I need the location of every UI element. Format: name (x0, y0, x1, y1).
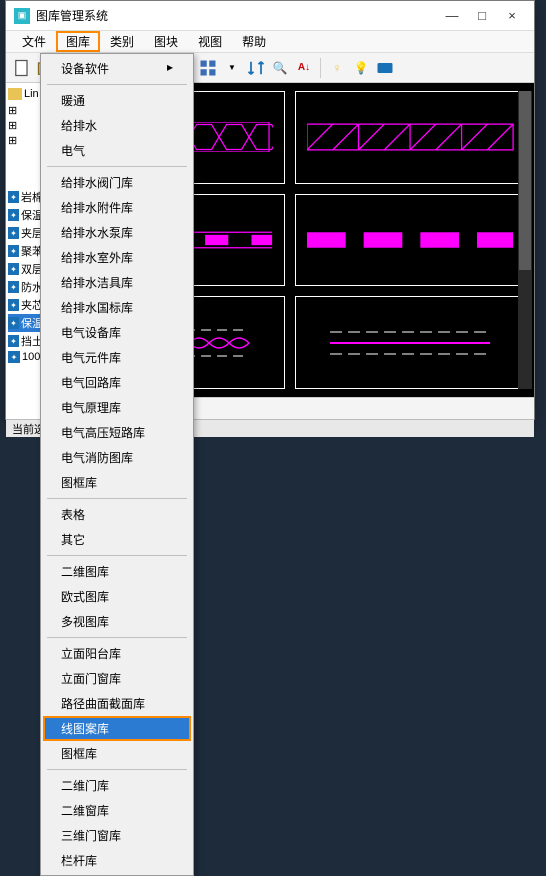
dropdown-item[interactable]: 暖通 (43, 88, 191, 113)
dropdown-item[interactable]: 二维门库 (43, 773, 191, 798)
menu-view[interactable]: 视图 (188, 31, 232, 52)
dropdown-item[interactable]: 立面门窗库 (43, 666, 191, 691)
dropdown-item[interactable]: 给排水附件库 (43, 195, 191, 220)
folder-icon (8, 88, 22, 100)
pattern-cell[interactable] (295, 296, 526, 389)
dropdown-item[interactable]: 路径曲面截面库 (43, 691, 191, 716)
tree-item[interactable]: ✦防水 (8, 278, 43, 296)
dropdown-item[interactable]: 给排水国标库 (43, 295, 191, 320)
bulb-icon[interactable]: 💡 (351, 58, 371, 78)
az-sort-icon[interactable]: A↓ (294, 58, 314, 78)
chevron-right-icon: ▸ (167, 60, 173, 74)
dropdown-item[interactable]: 线图案库 (43, 716, 191, 741)
tree-item[interactable]: ✦保温 (8, 314, 43, 332)
tree-label: 100 (22, 351, 40, 363)
dropdown-item[interactable]: 给排水洁具库 (43, 270, 191, 295)
window-title: 图库管理系统 (36, 7, 438, 24)
close-button[interactable]: × (498, 6, 526, 26)
pattern-cell[interactable] (295, 194, 526, 287)
app-icon: ▣ (14, 8, 30, 24)
dropdown-item[interactable]: 给排水阀门库 (43, 170, 191, 195)
dropdown-item[interactable]: 电气设备库 (43, 320, 191, 345)
dropdown-separator (47, 498, 187, 499)
menu-block[interactable]: 图块 (144, 31, 188, 52)
menu-library[interactable]: 图库 (56, 31, 100, 52)
tag-icon: ✦ (8, 245, 19, 257)
dropdown-item[interactable]: 电气回路库 (43, 370, 191, 395)
tree-plus[interactable]: ⊞ (8, 118, 43, 133)
tag-icon: ✦ (8, 351, 20, 363)
dropdown-item[interactable]: 图框库 (43, 470, 191, 495)
dropdown-item[interactable]: 电气高压短路库 (43, 420, 191, 445)
tag-icon: ✦ (8, 227, 19, 239)
dropdown-item[interactable]: 给排水水泵库 (43, 220, 191, 245)
pattern-cell[interactable] (295, 91, 526, 184)
tree-item[interactable]: ✦挡土 (8, 332, 43, 350)
vertical-scrollbar[interactable] (518, 91, 532, 389)
tree-root-label: Lin (24, 88, 39, 100)
dropdown-item[interactable]: 给排水室外库 (43, 245, 191, 270)
tree-item[interactable]: ✦100 (8, 350, 43, 364)
tree-item[interactable]: ✦双层 (8, 260, 43, 278)
find-icon[interactable]: 🔍 (270, 58, 290, 78)
dropdown-separator (47, 166, 187, 167)
tag-icon[interactable] (375, 58, 395, 78)
tag-icon: ✦ (8, 209, 19, 221)
new-icon[interactable] (12, 58, 32, 78)
tag-icon: ✦ (8, 335, 19, 347)
dropdown-item[interactable]: 电气元件库 (43, 345, 191, 370)
dropdown-item[interactable]: 电气消防图库 (43, 445, 191, 470)
dropdown-item[interactable]: 电气原理库 (43, 395, 191, 420)
menu-help[interactable]: 帮助 (232, 31, 276, 52)
tree-plus[interactable]: ⊞ (8, 133, 43, 148)
dropdown-item[interactable]: 三维门窗库 (43, 823, 191, 848)
tree-item[interactable]: ✦岩棉 (8, 188, 43, 206)
library-dropdown: 设备软件▸ 暖通给排水电气给排水阀门库给排水附件库给排水水泵库给排水室外库给排水洁… (40, 53, 194, 876)
tree-item[interactable]: ✦保温 (8, 206, 43, 224)
dropdown-separator (47, 769, 187, 770)
dropdown-item[interactable]: 栏杆库 (43, 848, 191, 873)
tree-plus[interactable]: ⊞ (8, 103, 43, 118)
tree-item[interactable]: ✦夹芯 (8, 296, 43, 314)
tree-root[interactable]: Lin (8, 87, 43, 101)
dropdown-item[interactable]: 多视图库 (43, 609, 191, 634)
sort-icon[interactable] (246, 58, 266, 78)
dropdown-item[interactable]: 给排水 (43, 113, 191, 138)
dropdown-item[interactable]: 二维图库 (43, 559, 191, 584)
tree-item[interactable]: ✦聚苯 (8, 242, 43, 260)
dropdown-item[interactable]: 设备软件▸ (43, 56, 191, 81)
minimize-button[interactable]: — (438, 6, 466, 26)
dropdown-item[interactable]: 欧式图库 (43, 584, 191, 609)
tree-item[interactable]: ✦夹层 (8, 224, 43, 242)
titlebar: ▣ 图库管理系统 — □ × (6, 1, 534, 31)
menu-file[interactable]: 文件 (12, 31, 56, 52)
tag-icon: ✦ (8, 191, 19, 203)
dropdown-item[interactable]: 二维窗库 (43, 798, 191, 823)
tag-icon: ✦ (8, 317, 19, 329)
tag-icon: ✦ (8, 281, 19, 293)
menubar: 文件 图库 类别 图块 视图 帮助 (6, 31, 534, 53)
dropdown-item[interactable]: 电气 (43, 138, 191, 163)
tag-icon: ✦ (8, 263, 19, 275)
help-icon[interactable]: ♀ (327, 58, 347, 78)
dropdown-item[interactable]: 其它 (43, 527, 191, 552)
dropdown-separator (47, 84, 187, 85)
dropdown-item[interactable]: 图框库 (43, 741, 191, 766)
scrollbar-thumb[interactable] (519, 91, 531, 270)
tag-icon: ✦ (8, 299, 19, 311)
dropdown-separator (47, 555, 187, 556)
chevron-down-icon[interactable]: ▼ (222, 58, 242, 78)
dropdown-item[interactable]: 表格 (43, 502, 191, 527)
dropdown-item[interactable]: 立面阳台库 (43, 641, 191, 666)
grid-icon[interactable] (198, 58, 218, 78)
maximize-button[interactable]: □ (468, 6, 496, 26)
dropdown-separator (47, 637, 187, 638)
menu-category[interactable]: 类别 (100, 31, 144, 52)
